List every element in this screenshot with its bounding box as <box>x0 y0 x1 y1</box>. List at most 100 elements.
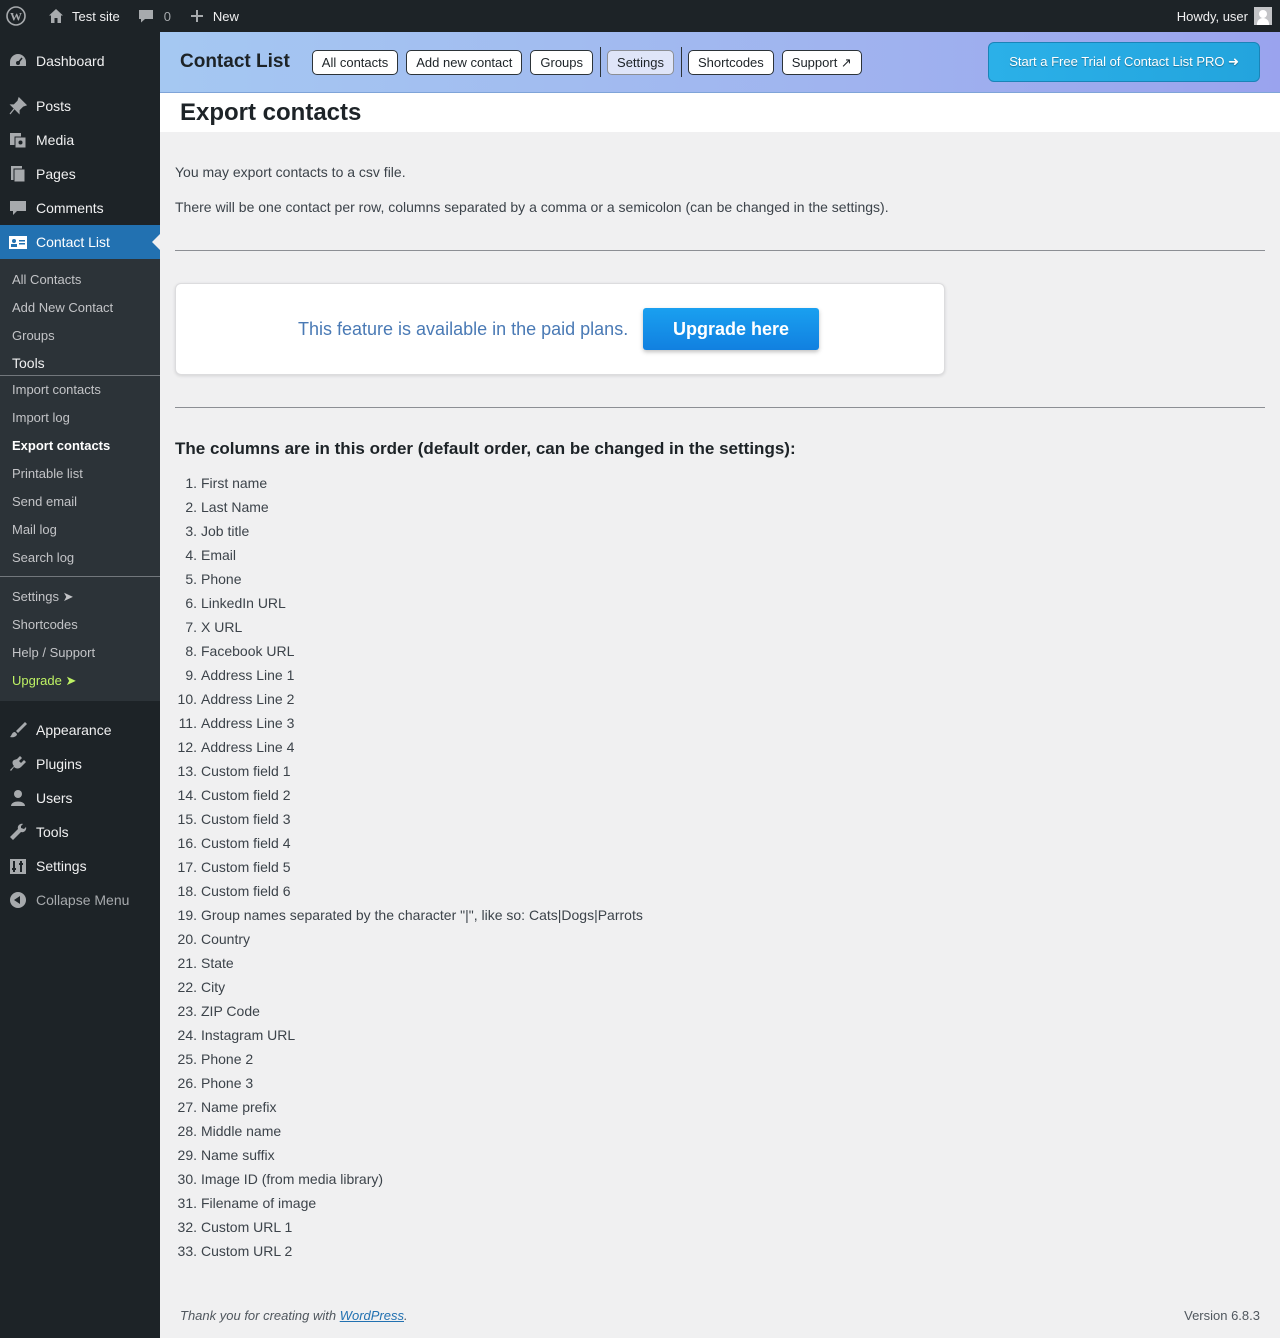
submenu-all-contacts[interactable]: All Contacts <box>0 266 160 294</box>
free-trial-button[interactable]: Start a Free Trial of Contact List PRO ➜ <box>988 42 1260 82</box>
list-item-label: Custom field 6 <box>201 883 291 899</box>
submenu-search-log[interactable]: Search log <box>0 544 160 572</box>
list-item-label: Facebook URL <box>201 643 295 659</box>
list-item-label: Address Line 2 <box>201 691 295 707</box>
list-item-label: Image ID (from media library) <box>201 1171 384 1187</box>
submenu-printable-list[interactable]: Printable list <box>0 460 160 488</box>
submenu-settings[interactable]: Settings ➤ <box>0 583 160 611</box>
page-title: Export contacts <box>180 98 362 126</box>
contact-card-icon <box>8 232 28 252</box>
menu-label: Comments <box>36 200 104 216</box>
list-item-number: 4. <box>185 547 197 563</box>
submenu-upgrade[interactable]: Upgrade ➤ <box>0 667 160 695</box>
submenu-import-log[interactable]: Import log <box>0 404 160 432</box>
menu-plugins[interactable]: Plugins <box>0 747 160 781</box>
list-item-label: Phone 2 <box>201 1051 254 1067</box>
list-item-label: State <box>201 955 234 971</box>
list-item: 30. Image ID (from media library) <box>175 1167 643 1191</box>
upgrade-here-button[interactable]: Upgrade here <box>643 308 819 350</box>
list-item-number: 10. <box>177 691 197 707</box>
submenu-help-support[interactable]: Help / Support <box>0 639 160 667</box>
menu-posts[interactable]: Posts <box>0 89 160 123</box>
list-item-label: Group names separated by the character "… <box>201 907 643 923</box>
list-item: 5. Phone <box>175 567 643 591</box>
list-item: 13. Custom field 1 <box>175 759 643 783</box>
list-item: 6. LinkedIn URL <box>175 591 643 615</box>
list-item: 4. Email <box>175 543 643 567</box>
menu-contact-list[interactable]: Contact List <box>0 225 160 259</box>
list-item-number: 6. <box>185 595 197 611</box>
list-item-number: 11. <box>178 715 197 731</box>
list-item: 31. Filename of image <box>175 1191 643 1215</box>
comments-link[interactable]: 0 <box>128 0 179 32</box>
list-item-label: Name suffix <box>201 1147 275 1163</box>
submenu-groups[interactable]: Groups <box>0 322 160 350</box>
nav-shortcodes[interactable]: Shortcodes <box>688 49 774 75</box>
nav-support[interactable]: Support ↗ <box>781 49 862 75</box>
page-title-bar: Export contacts <box>160 93 1280 132</box>
menu-label: Plugins <box>36 756 82 772</box>
media-icon <box>8 130 28 150</box>
nav-all-contacts[interactable]: All contacts <box>311 49 399 75</box>
list-item-label: Name prefix <box>201 1099 277 1115</box>
wordpress-link[interactable]: WordPress <box>340 1308 404 1323</box>
my-account-menu[interactable]: Howdy, user <box>1169 0 1280 32</box>
menu-tools[interactable]: Tools <box>0 815 160 849</box>
plugin-icon <box>8 754 28 774</box>
collapse-menu-button[interactable]: Collapse Menu <box>0 883 160 917</box>
submenu-export-contacts[interactable]: Export contacts <box>0 432 160 460</box>
list-item-label: City <box>201 979 226 995</box>
wrench-icon <box>8 822 28 842</box>
nav-groups[interactable]: Groups <box>530 49 594 75</box>
submenu-mail-log[interactable]: Mail log <box>0 516 160 544</box>
list-item-number: 20. <box>177 931 197 947</box>
settings-sliders-icon <box>8 856 28 876</box>
submenu-shortcodes[interactable]: Shortcodes <box>0 611 160 639</box>
menu-users[interactable]: Users <box>0 781 160 815</box>
list-item: 8. Facebook URL <box>175 639 643 663</box>
menu-label: Tools <box>36 824 69 840</box>
list-item-number: 19. <box>177 907 197 923</box>
list-item-number: 25. <box>177 1051 197 1067</box>
nav-settings[interactable]: Settings <box>607 49 675 75</box>
divider <box>175 250 1265 251</box>
new-content-button[interactable]: New <box>179 0 247 32</box>
submenu-send-email[interactable]: Send email <box>0 488 160 516</box>
collapse-arrow-icon <box>8 890 28 910</box>
contact-list-submenu: All Contacts Add New Contact Groups Tool… <box>0 259 160 701</box>
list-item-number: 14. <box>177 787 197 803</box>
menu-pages[interactable]: Pages <box>0 157 160 191</box>
comments-count: 0 <box>163 8 171 24</box>
footer-thanks-suffix: . <box>404 1308 408 1323</box>
list-item: 28. Middle name <box>175 1119 643 1143</box>
list-item-label: Middle name <box>201 1123 282 1139</box>
list-item-label: Address Line 4 <box>201 739 295 755</box>
collapse-label: Collapse Menu <box>36 892 130 908</box>
paintbrush-icon <box>8 720 28 740</box>
submenu-import-contacts[interactable]: Import contacts <box>0 376 160 404</box>
wordpress-logo-button[interactable]: W <box>0 0 38 32</box>
site-name-link[interactable]: Test site <box>38 0 128 32</box>
list-item-label: LinkedIn URL <box>201 595 286 611</box>
list-item-label: ZIP Code <box>201 1003 260 1019</box>
list-item-number: 18. <box>177 883 197 899</box>
list-item-label: Email <box>201 547 237 563</box>
menu-appearance[interactable]: Appearance <box>0 713 160 747</box>
list-item-number: 17. <box>177 859 197 875</box>
list-item-number: 29. <box>177 1147 197 1163</box>
list-item-number: 28. <box>177 1123 197 1139</box>
menu-settings[interactable]: Settings <box>0 849 160 883</box>
pages-icon <box>8 164 28 184</box>
submenu-add-new-contact[interactable]: Add New Contact <box>0 294 160 322</box>
list-item-number: 33. <box>177 1243 197 1259</box>
menu-dashboard[interactable]: Dashboard <box>0 44 160 78</box>
menu-media[interactable]: Media <box>0 123 160 157</box>
list-item: 29. Name suffix <box>175 1143 643 1167</box>
nav-divider <box>681 47 683 77</box>
list-item-number: 27. <box>177 1099 197 1115</box>
menu-comments[interactable]: Comments <box>0 191 160 225</box>
list-item: 20. Country <box>175 927 643 951</box>
nav-add-new-contact[interactable]: Add new contact <box>406 49 523 75</box>
list-item-label: First name <box>201 475 268 491</box>
admin-sidebar: Dashboard Posts Media Pages Comments Con… <box>0 32 160 1338</box>
